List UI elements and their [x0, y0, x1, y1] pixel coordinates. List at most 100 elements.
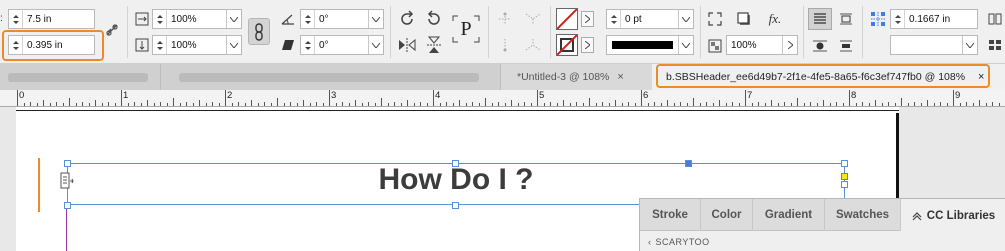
stroke-swatch[interactable] [556, 34, 578, 56]
ruler-label: 0 [19, 90, 25, 101]
ruler-tick [537, 90, 538, 106]
gutter-spinner[interactable] [891, 10, 905, 28]
shear-angle-field[interactable]: 0° [300, 35, 384, 55]
frame-handle-top-center[interactable] [452, 160, 459, 167]
document-tab-obscured-1[interactable] [0, 64, 160, 90]
tab-stroke[interactable]: Stroke [640, 199, 701, 231]
tab-color[interactable]: Color [701, 199, 753, 231]
ruler-tick [329, 90, 330, 106]
document-tab-obscured-2[interactable] [160, 64, 500, 90]
tab-swatches[interactable]: Swatches [825, 199, 901, 231]
ruler-tick [999, 103, 1000, 106]
select-previous-object-icon[interactable] [521, 10, 545, 28]
flip-horizontal-icon[interactable] [396, 35, 418, 55]
chevron-down-icon[interactable] [368, 36, 383, 54]
shear-spinner[interactable] [301, 36, 315, 54]
frame-handle-top-right[interactable] [841, 160, 848, 167]
stroke-weight-field[interactable]: 0 pt [606, 9, 694, 29]
scale-y-field[interactable]: 100% [152, 35, 242, 55]
text-overflow-port-icon[interactable] [841, 173, 848, 180]
select-next-object-icon[interactable] [521, 36, 545, 54]
fx-label: fx. [768, 11, 782, 26]
chevron-down-icon[interactable] [226, 10, 241, 28]
opacity-field[interactable]: 100% [726, 35, 798, 55]
grid-view-icon[interactable] [986, 37, 1004, 53]
fill-swatch[interactable] [556, 8, 578, 30]
text-frame-options-button[interactable]: P [452, 15, 480, 43]
select-content-icon[interactable] [495, 36, 515, 54]
scale-y-spinner[interactable] [153, 36, 167, 54]
drop-shadow-icon[interactable] [734, 9, 754, 29]
separator [803, 6, 804, 58]
chevron-down-icon[interactable] [678, 36, 693, 54]
wrap-around-object-shape-icon[interactable] [808, 36, 832, 56]
ruler-tick [804, 103, 805, 106]
object-style-dropdown[interactable] [890, 35, 978, 55]
ruler-tick [349, 103, 350, 106]
document-tab-untitled-3[interactable]: *Untitled-3 @ 108% × [500, 64, 648, 90]
collapse-icon [912, 211, 922, 220]
effects-fx-button[interactable]: fx. [763, 9, 787, 29]
frame-anchor-point[interactable] [685, 160, 692, 167]
frame-handle-bottom-center[interactable] [452, 202, 459, 209]
ruler-tick [869, 103, 870, 106]
tab-cc-libraries[interactable]: CC Libraries [901, 199, 1005, 232]
ruler-tick [518, 103, 519, 106]
ruler-tick [485, 98, 486, 106]
rotation-spinner[interactable] [301, 10, 315, 28]
tab-label: *Untitled-3 @ 108% [517, 71, 610, 83]
no-text-wrap-button[interactable] [808, 8, 832, 30]
frame-handle-right-middle[interactable] [841, 181, 848, 188]
x-position-field[interactable]: 7.5 in [8, 9, 95, 29]
link-scale-button[interactable] [248, 18, 270, 45]
obscured-tab-text [8, 73, 148, 82]
x-spinner[interactable] [9, 10, 23, 28]
frame-handle-top-left[interactable] [64, 160, 71, 167]
ruler-tick [979, 100, 980, 106]
gutter-field[interactable]: 0.1667 in [890, 9, 978, 29]
constrain-proportions-icon[interactable] [102, 20, 122, 40]
jump-object-icon[interactable] [836, 36, 856, 56]
select-container-icon[interactable] [495, 10, 515, 28]
ruler-tick [121, 90, 122, 106]
ruler-label: 5 [539, 90, 545, 101]
scale-x-spinner[interactable] [153, 10, 167, 28]
heading-text[interactable]: How Do I ? [67, 163, 845, 197]
ruler-tick [849, 90, 850, 106]
arrange-documents-icon[interactable] [986, 11, 1004, 27]
scale-x-field[interactable]: 100% [152, 9, 242, 29]
chevron-down-icon[interactable] [678, 10, 693, 28]
chevron-down-icon[interactable] [962, 36, 977, 54]
ruler-tick [24, 103, 25, 106]
ruler-label: 2 [227, 90, 233, 101]
chevron-down-icon[interactable] [226, 36, 241, 54]
fill-swatch-menu-icon[interactable] [581, 11, 594, 27]
ruler-tick [914, 102, 915, 106]
ruler-tick [433, 90, 434, 106]
ruler-tick [310, 103, 311, 106]
close-icon[interactable]: × [617, 71, 623, 83]
tab-gradient[interactable]: Gradient [753, 199, 825, 231]
ruler-tick [375, 103, 376, 106]
ruler-tick [882, 103, 883, 106]
horizontal-ruler[interactable]: 0 1 2 3 4 5 6 7 8 9 [0, 90, 1005, 107]
ruler-tick [680, 102, 681, 106]
flip-vertical-icon[interactable] [423, 35, 445, 55]
pasteboard-left [0, 107, 16, 251]
corner-options-icon[interactable] [705, 9, 725, 29]
stroke-type-dropdown[interactable] [606, 35, 694, 55]
rotate-counterclockwise-icon[interactable] [423, 9, 445, 29]
chevron-down-icon[interactable] [368, 10, 383, 28]
library-selector[interactable]: ‹ SCARYTOO [648, 237, 710, 247]
rotation-angle-field[interactable]: 0° [300, 9, 384, 29]
ruler-tick [173, 98, 174, 106]
rotate-clockwise-icon[interactable] [396, 9, 418, 29]
frame-handle-bottom-left[interactable] [64, 202, 71, 209]
text-in-port-icon[interactable] [60, 172, 74, 190]
ruler-tick [388, 103, 389, 106]
stroke-swatch-menu-icon[interactable] [581, 37, 594, 53]
wrap-around-bounding-box-icon[interactable] [836, 9, 856, 29]
stroke-weight-spinner[interactable] [607, 10, 621, 28]
opacity-icon [705, 36, 725, 56]
chevron-right-icon[interactable] [782, 36, 797, 54]
